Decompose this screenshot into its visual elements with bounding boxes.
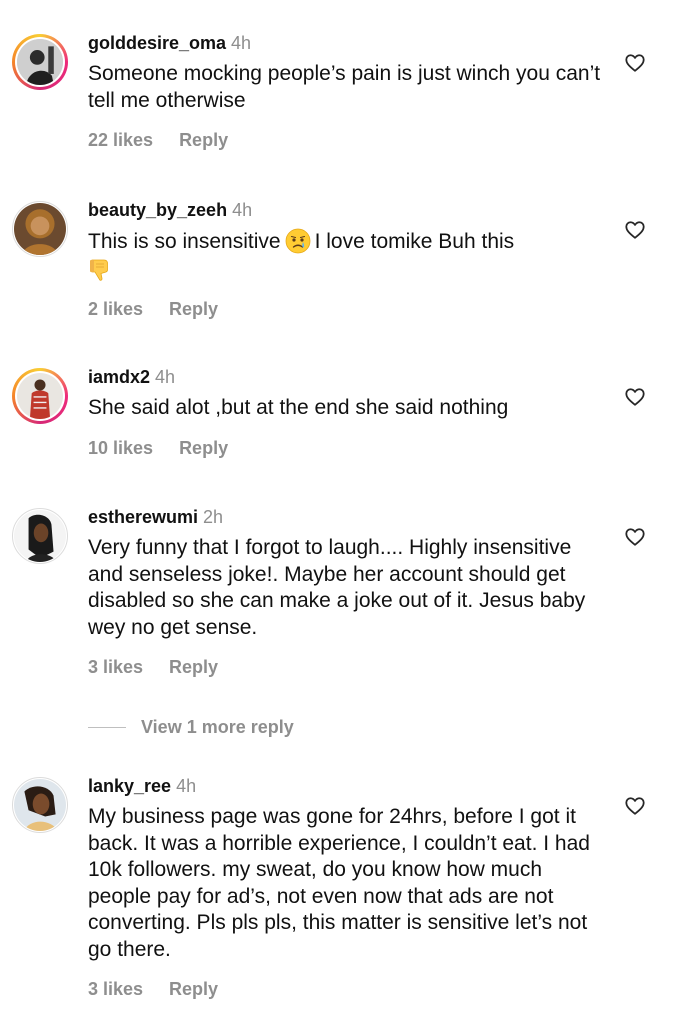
crying-face-icon — [285, 228, 311, 254]
comment-text: Someone mocking people’s pain is just wi… — [88, 62, 601, 112]
avatar-image — [17, 373, 63, 419]
comment-meta: lanky_ree 4h — [88, 774, 608, 798]
avatar-image — [14, 203, 66, 255]
avatar[interactable] — [12, 508, 68, 564]
avatar[interactable] — [12, 201, 68, 257]
comment-meta: iamdx2 4h — [88, 365, 608, 389]
username[interactable]: estherewumi — [88, 507, 198, 527]
divider — [88, 726, 126, 728]
heart-outline-icon[interactable] — [624, 795, 646, 817]
heart-outline-icon[interactable] — [624, 219, 646, 241]
avatar-image — [14, 779, 66, 831]
avatar[interactable] — [12, 34, 68, 90]
avatar[interactable] — [12, 368, 68, 424]
heart-outline-icon[interactable] — [624, 526, 646, 548]
comment-meta: golddesire_oma 4h — [88, 31, 608, 55]
reply-button[interactable]: Reply — [169, 979, 218, 999]
reply-button[interactable]: Reply — [169, 299, 218, 319]
likes-count[interactable]: 3 likes — [88, 979, 143, 999]
username[interactable]: golddesire_oma — [88, 33, 226, 53]
heart-outline-icon[interactable] — [624, 386, 646, 408]
avatar[interactable] — [12, 777, 68, 833]
reply-button[interactable]: Reply — [179, 130, 228, 150]
view-more-replies-button[interactable]: View 1 more reply — [88, 714, 294, 740]
username[interactable]: beauty_by_zeeh — [88, 200, 227, 220]
likes-count[interactable]: 2 likes — [88, 299, 143, 319]
avatar-image — [14, 510, 66, 562]
timestamp: 4h — [176, 776, 197, 796]
username[interactable]: iamdx2 — [88, 367, 150, 387]
comment-meta: beauty_by_zeeh 4h — [88, 198, 608, 222]
likes-count[interactable]: 3 likes — [88, 657, 143, 677]
comment-text: This is so insensitive I love tomike Buh … — [88, 228, 608, 283]
view-more-replies-label: View 1 more reply — [141, 716, 294, 737]
comment-text: My business page was gone for 24hrs, bef… — [88, 805, 590, 961]
reply-button[interactable]: Reply — [179, 438, 228, 458]
comment-meta: estherewumi 2h — [88, 505, 608, 529]
timestamp: 4h — [232, 200, 253, 220]
comment-text-part: This is so insensitive — [88, 230, 281, 253]
reply-button[interactable]: Reply — [169, 657, 218, 677]
timestamp: 2h — [203, 507, 224, 527]
heart-outline-icon[interactable] — [624, 52, 646, 74]
timestamp: 4h — [155, 367, 176, 387]
username[interactable]: lanky_ree — [88, 776, 171, 796]
likes-count[interactable]: 22 likes — [88, 130, 153, 150]
likes-count[interactable]: 10 likes — [88, 438, 153, 458]
avatar-image — [17, 39, 63, 85]
timestamp: 4h — [231, 33, 252, 53]
comment-text: Very funny that I forgot to laugh.... Hi… — [88, 536, 586, 639]
comment-text: She said alot ,but at the end she said n… — [88, 396, 509, 419]
comment-text-part: I love tomike Buh this — [314, 230, 515, 253]
thumbs-down-icon — [88, 256, 114, 282]
